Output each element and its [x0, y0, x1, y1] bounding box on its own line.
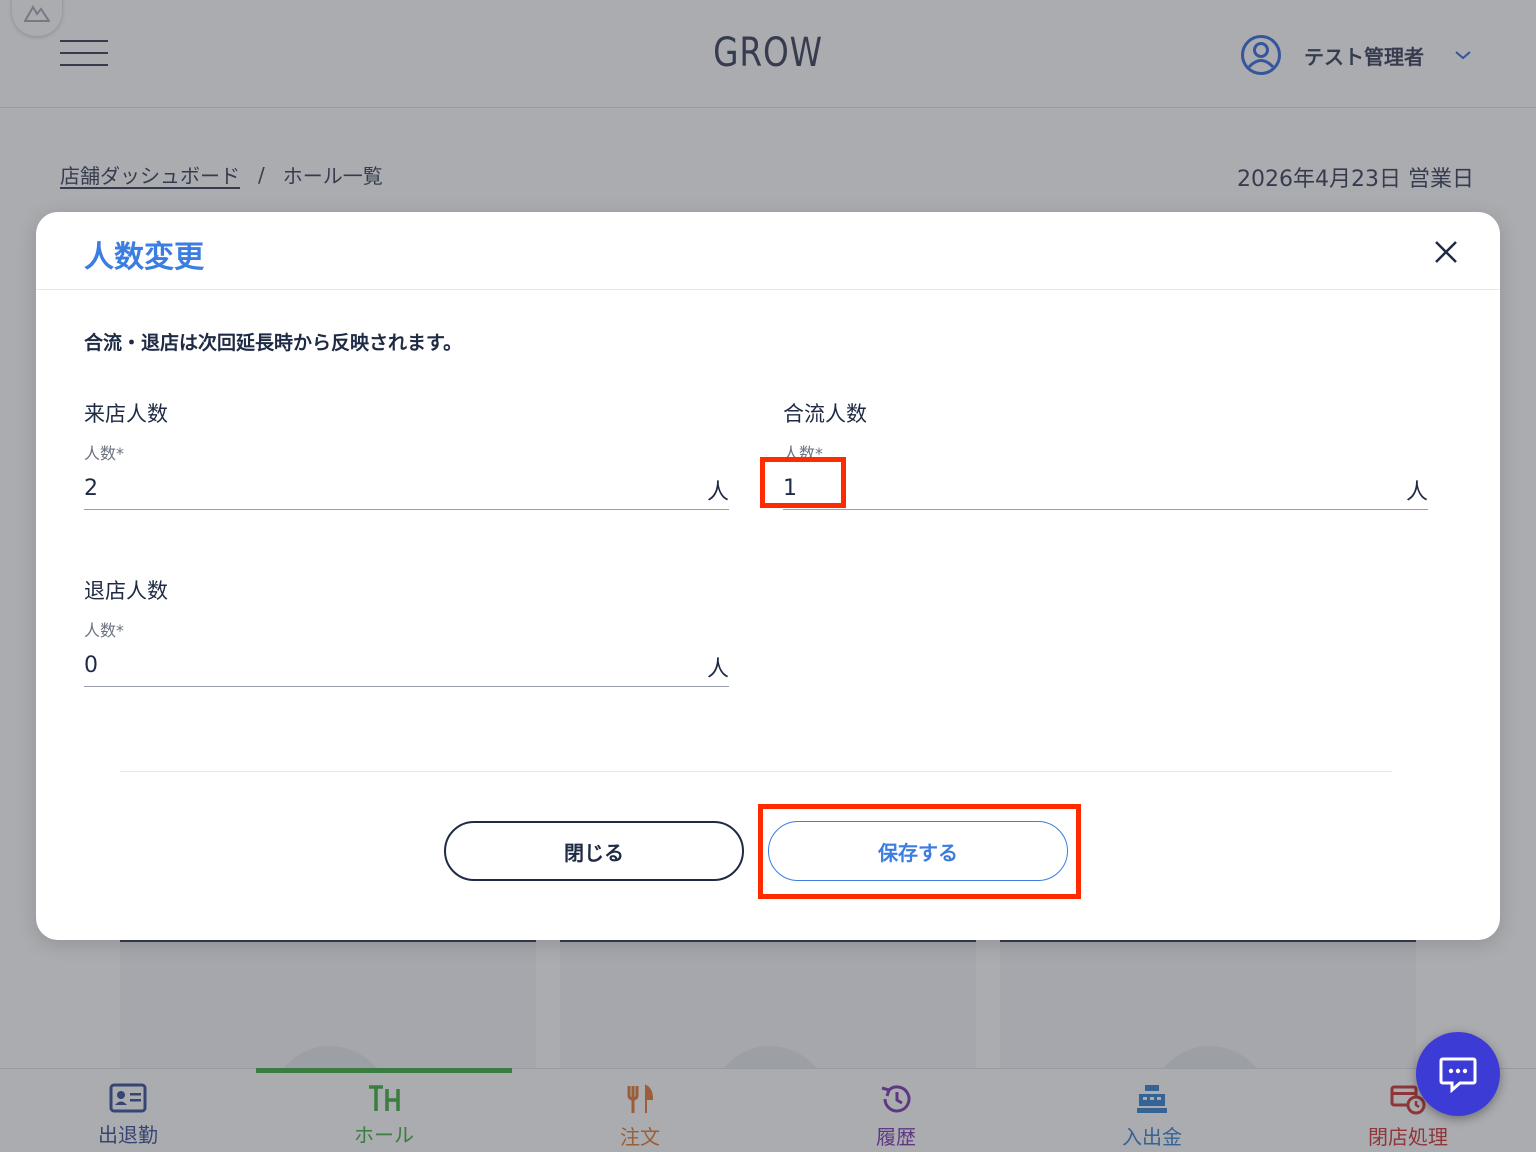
field-row-visit: 人: [84, 466, 729, 510]
modal-divider: [120, 771, 1392, 772]
field-title-join: 合流人数: [783, 402, 867, 426]
chat-bubble-icon: [1439, 1057, 1477, 1093]
field-visit-count: 来店人数 人数* 人: [84, 398, 729, 510]
leave-count-input[interactable]: [84, 649, 644, 681]
join-count-input[interactable]: [783, 472, 1343, 504]
unit-label: 人: [1405, 480, 1428, 505]
highlight-join-input: [760, 457, 846, 508]
close-icon[interactable]: [1432, 238, 1460, 266]
field-row-join: 人: [783, 466, 1428, 510]
unit-label: 人: [706, 480, 729, 505]
visit-count-input[interactable]: [84, 472, 644, 504]
modal-header: 人数変更: [36, 212, 1500, 290]
close-button[interactable]: 閉じる: [444, 821, 744, 881]
field-label-join: 人数*: [783, 444, 824, 463]
unit-label: 人: [706, 657, 729, 682]
field-leave-count: 退店人数 人数* 人: [84, 575, 729, 687]
chat-button[interactable]: [1416, 1032, 1500, 1116]
field-title-leave: 退店人数: [84, 579, 168, 603]
field-row-leave: 人: [84, 643, 729, 687]
modal-notice: 合流・退店は次回延長時から反映されます。: [84, 332, 463, 354]
highlight-save-button: [758, 804, 1081, 899]
field-title-visit: 来店人数: [84, 402, 168, 426]
modal-title: 人数変更: [84, 240, 204, 275]
field-label-leave: 人数*: [84, 621, 125, 640]
field-label-visit: 人数*: [84, 444, 125, 463]
field-join-count: 合流人数 人数* 人: [783, 398, 1428, 510]
